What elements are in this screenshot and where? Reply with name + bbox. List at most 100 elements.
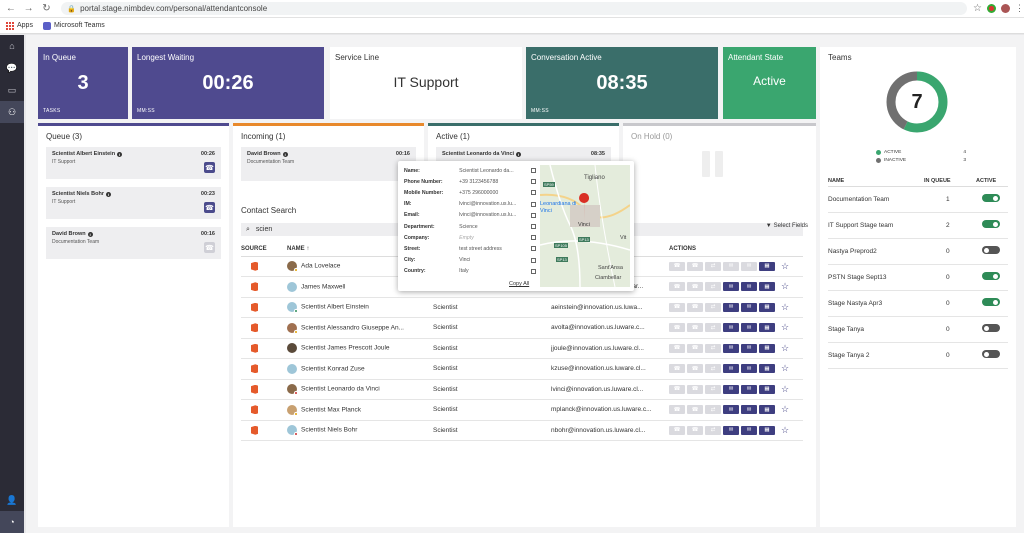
queue-card[interactable]: David Brown i Documentation Team 00:16 ☎ <box>46 227 221 259</box>
back-icon[interactable]: ← <box>4 2 18 16</box>
location-map[interactable]: Tigliano Leonardiana di Vinci Vinci SP59… <box>540 165 630 287</box>
team-active-toggle[interactable] <box>982 220 1000 228</box>
mail-icon[interactable]: ✉ <box>741 323 757 333</box>
attendant-console-icon[interactable]: ⚇ <box>0 101 24 123</box>
extension-icon[interactable] <box>987 4 996 13</box>
consult-icon[interactable]: ⇄ <box>705 405 721 415</box>
calendar-icon[interactable]: ▦ <box>759 343 775 353</box>
mail-icon[interactable]: ✉ <box>741 405 757 415</box>
queue-card[interactable]: Scientist Niels Bohr i IT Support 00:23 ☎ <box>46 187 221 219</box>
table-row[interactable]: Scientist Albert Einstein Scientist aeinst… <box>241 297 803 318</box>
mail-icon[interactable]: ✉ <box>741 384 757 394</box>
call-icon[interactable]: ☎ <box>669 323 685 333</box>
table-row[interactable]: Scientist Konrad Zuse Scientist kzuse@inno… <box>241 358 803 380</box>
table-row[interactable]: Scientist Max Planck Scientist mplanck@inn… <box>241 399 803 421</box>
chat-icon[interactable]: ✉ <box>723 261 739 271</box>
copy-icon[interactable] <box>531 268 536 274</box>
favorite-star-icon[interactable]: ☆ <box>781 281 789 292</box>
call-icon[interactable]: ☎ <box>669 384 685 394</box>
chat-icon[interactable]: 💬 <box>0 57 24 79</box>
calendar-icon[interactable]: ▦ <box>759 384 775 394</box>
table-row[interactable]: Scientist Leonardo da Vinci Scientist lvin… <box>241 379 803 400</box>
favorite-star-icon[interactable]: ☆ <box>781 404 789 415</box>
favorite-star-icon[interactable]: ☆ <box>781 343 789 354</box>
chat-icon[interactable]: ✉ <box>723 323 739 333</box>
info-icon[interactable]: i <box>87 231 93 237</box>
consult-icon[interactable]: ⇄ <box>705 384 721 394</box>
transfer-icon[interactable]: ☎ <box>687 302 703 312</box>
consult-icon[interactable]: ⇄ <box>705 282 721 292</box>
accept-call-button[interactable]: ☎ <box>204 162 215 173</box>
favorite-star-icon[interactable]: ☆ <box>781 261 789 272</box>
transfer-icon[interactable]: ☎ <box>687 282 703 292</box>
transfer-icon[interactable]: ☎ <box>687 384 703 394</box>
calendar-icon[interactable]: ▦ <box>759 261 775 271</box>
chat-icon[interactable]: ✉ <box>723 343 739 353</box>
accept-call-button[interactable]: ☎ <box>204 202 215 213</box>
transfer-icon[interactable]: ☎ <box>687 425 703 435</box>
mail-icon[interactable]: ✉ <box>741 425 757 435</box>
table-row[interactable]: Scientist Niels Bohr Scientist nbohr@innov… <box>241 420 803 441</box>
attendant-state-tile[interactable]: Attendant State Active <box>723 47 816 119</box>
consult-icon[interactable]: ⇄ <box>705 302 721 312</box>
call-icon[interactable]: ☎ <box>669 343 685 353</box>
calendar-icon[interactable]: ▦ <box>759 405 775 415</box>
bookmark-apps[interactable]: Apps <box>6 21 33 30</box>
address-bar[interactable]: 🔒 portal.stage.nimbdev.com/personal/atte… <box>61 2 968 15</box>
calendar-icon[interactable]: ▦ <box>759 425 775 435</box>
mail-icon[interactable]: ✉ <box>741 302 757 312</box>
favorite-star-icon[interactable]: ☆ <box>781 425 789 436</box>
calendar-icon[interactable]: ▦ <box>759 323 775 333</box>
bookmark-star-icon[interactable]: ☆ <box>973 3 982 14</box>
team-active-toggle[interactable] <box>982 272 1000 280</box>
call-icon[interactable]: ☎ <box>669 405 685 415</box>
user-settings-icon[interactable]: 👤 <box>0 489 24 511</box>
reload-icon[interactable]: ↻ <box>40 2 54 16</box>
consult-icon[interactable]: ⇄ <box>705 343 721 353</box>
bookmark-microsoft-teams[interactable]: Microsoft Teams <box>42 21 105 30</box>
contacts-icon[interactable]: ▭ <box>0 79 24 101</box>
menu-icon[interactable]: ⋮ <box>1015 3 1024 14</box>
table-row[interactable]: Scientist James Prescott Joule Scientist j… <box>241 338 803 359</box>
call-icon[interactable]: ☎ <box>669 364 685 374</box>
accept-call-button[interactable]: ☎ <box>204 242 215 253</box>
calendar-icon[interactable]: ▦ <box>759 302 775 312</box>
forward-icon[interactable]: → <box>22 2 36 16</box>
mail-icon[interactable]: ✉ <box>741 364 757 374</box>
call-icon[interactable]: ☎ <box>669 261 685 271</box>
favorite-star-icon[interactable]: ☆ <box>781 363 789 374</box>
team-active-toggle[interactable] <box>982 324 1000 332</box>
table-row[interactable]: Scientist Alessandro Giuseppe An... Scien… <box>241 317 803 339</box>
team-active-toggle[interactable] <box>982 298 1000 306</box>
copy-icon[interactable] <box>531 224 536 230</box>
info-icon[interactable]: i <box>282 151 288 157</box>
transfer-icon[interactable]: ☎ <box>687 364 703 374</box>
info-icon[interactable]: i <box>117 151 123 157</box>
home-icon[interactable]: ⌂ <box>0 35 24 57</box>
chat-icon[interactable]: ✉ <box>723 364 739 374</box>
calendar-icon[interactable]: ▦ <box>759 364 775 374</box>
favorite-star-icon[interactable]: ☆ <box>781 302 789 313</box>
incoming-card[interactable]: David Brown i Documentation Team 00:16 <box>241 147 416 181</box>
favorite-star-icon[interactable]: ☆ <box>781 384 789 395</box>
info-icon[interactable]: i <box>105 191 111 197</box>
copy-icon[interactable] <box>531 168 536 174</box>
call-icon[interactable]: ☎ <box>669 425 685 435</box>
queue-card[interactable]: Scientist Albert Einstein i IT Support 00:2… <box>46 147 221 179</box>
consult-icon[interactable]: ⇄ <box>705 364 721 374</box>
copy-icon[interactable] <box>531 246 536 252</box>
mail-icon[interactable]: ✉ <box>741 261 757 271</box>
call-icon[interactable]: ☎ <box>669 282 685 292</box>
copy-icon[interactable] <box>531 179 536 185</box>
copy-icon[interactable] <box>531 212 536 218</box>
team-active-toggle[interactable] <box>982 350 1000 358</box>
transfer-icon[interactable]: ☎ <box>687 405 703 415</box>
chat-icon[interactable]: ✉ <box>723 405 739 415</box>
consult-icon[interactable]: ⇄ <box>705 425 721 435</box>
chat-icon[interactable]: ✉ <box>723 425 739 435</box>
info-icon[interactable]: i <box>516 151 522 157</box>
team-active-toggle[interactable] <box>982 246 1000 254</box>
select-fields-button[interactable]: ▼ Select Fields <box>766 223 808 229</box>
consult-icon[interactable]: ⇄ <box>705 323 721 333</box>
copy-icon[interactable] <box>531 201 536 207</box>
